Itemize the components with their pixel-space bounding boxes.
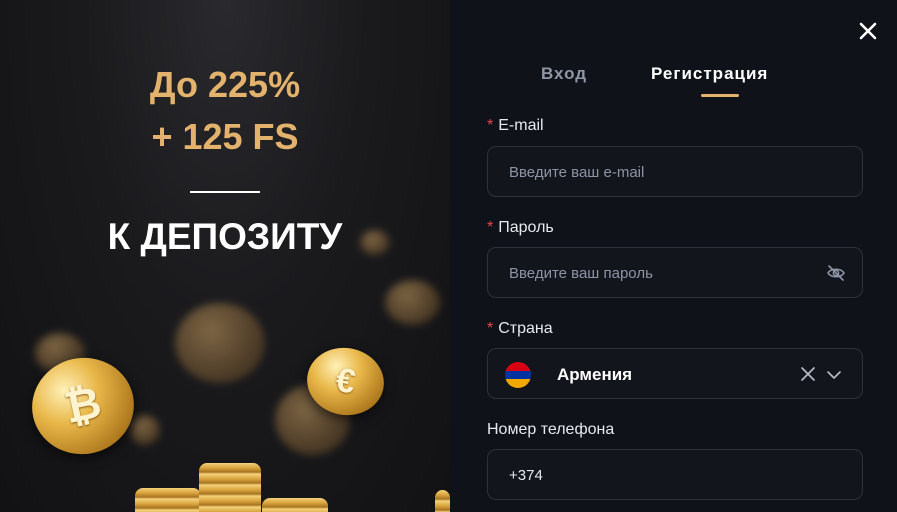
auth-panel: Вход Регистрация *E-mail *Пароль *Страна… (450, 0, 897, 512)
country-select[interactable]: Армения (487, 348, 863, 399)
email-label: * E-mail (487, 117, 544, 134)
blurred-coin-1 (175, 303, 265, 383)
coin-stack-4 (435, 490, 450, 512)
required-mark: * (487, 219, 494, 236)
blurred-coin-3 (385, 280, 440, 325)
required-mark: * (487, 117, 494, 134)
password-field[interactable] (507, 248, 811, 298)
country-value: Армения (557, 365, 633, 384)
phone-label: Номер телефона (487, 421, 615, 438)
tab-register[interactable]: Регистрация (651, 64, 768, 84)
promo-panel: До 225% + 125 FS К ДЕПОЗИТУ ₿ € (0, 0, 450, 512)
promo-divider (190, 191, 260, 193)
tab-active-indicator (701, 94, 739, 97)
password-label: * Пароль (487, 219, 554, 236)
password-field-container (487, 247, 863, 298)
email-field-container (487, 146, 863, 197)
country-label: * Страна (487, 320, 553, 337)
promo-free-spins: + 125 FS (151, 116, 299, 157)
required-mark: * (487, 320, 494, 337)
phone-field-container (487, 449, 863, 500)
email-field[interactable] (507, 147, 811, 197)
eye-off-icon[interactable] (826, 263, 846, 283)
blurred-coin-5 (130, 415, 160, 445)
euro-symbol: € (332, 360, 359, 402)
clear-icon[interactable] (800, 366, 816, 382)
promo-deposit: К ДЕПОЗИТУ (107, 216, 343, 257)
coin-stack-3 (262, 498, 328, 512)
bitcoin-symbol: ₿ (60, 377, 106, 434)
armenia-flag-icon (505, 362, 531, 388)
tab-login[interactable]: Вход (541, 64, 587, 84)
coin-stack-1 (135, 488, 201, 512)
coin-stack-2 (199, 463, 261, 512)
promo-percent: До 225% (149, 64, 301, 105)
close-icon[interactable] (857, 20, 879, 42)
chevron-down-icon[interactable] (826, 367, 842, 383)
phone-field[interactable] (507, 450, 811, 500)
